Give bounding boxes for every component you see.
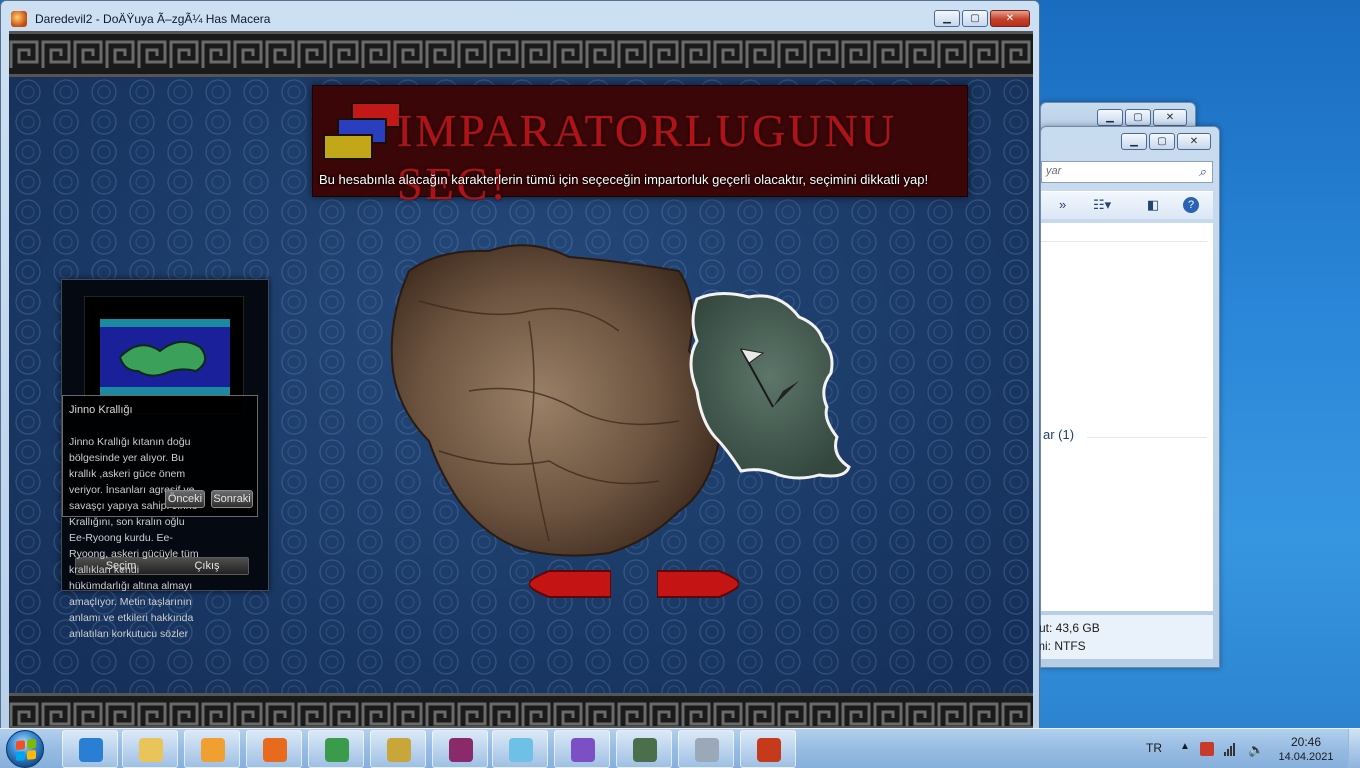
- maximize-button[interactable]: ▢: [962, 10, 988, 27]
- minimize-button[interactable]: ▁: [1097, 109, 1123, 126]
- chrome-icon: [325, 738, 349, 762]
- taskbar-button-notepad[interactable]: [492, 730, 548, 768]
- banner-subtitle: Bu hesabınla alacağın karakterlerin tümü…: [319, 172, 929, 187]
- close-button[interactable]: ✕: [1153, 109, 1187, 126]
- maximize-button[interactable]: ▢: [1125, 109, 1151, 126]
- taskbar-button-visual-studio[interactable]: [554, 730, 610, 768]
- help-icon[interactable]: ?: [1183, 197, 1199, 213]
- search-icon[interactable]: ⌕: [1199, 164, 1206, 180]
- close-button[interactable]: ✕: [990, 10, 1030, 27]
- clock-time[interactable]: 20:46: [1276, 735, 1336, 749]
- language-indicator[interactable]: TR: [1146, 741, 1162, 755]
- greek-key-border-bottom: [9, 693, 1033, 729]
- show-desktop-button[interactable]: [1348, 729, 1360, 768]
- next-kingdom-arrow[interactable]: [657, 569, 739, 599]
- minimize-button[interactable]: ▁: [1121, 133, 1147, 150]
- group-header[interactable]: ar (1): [1043, 427, 1074, 442]
- network-signal-icon[interactable]: [1224, 742, 1238, 756]
- taskbar-button-internet-explorer[interactable]: [62, 730, 118, 768]
- page-title: IMPARATORLUGUNU SEC!: [397, 105, 897, 209]
- preview-pane-icon[interactable]: ◧: [1147, 197, 1159, 213]
- taskbar-button-media-player[interactable]: [184, 730, 240, 768]
- jinno-dragon-emblem-icon: [100, 319, 230, 395]
- file-explorer-icon: [139, 738, 163, 762]
- window-title: Daredevil2 - DoÄŸuya Ã–zgÃ¼ Has Macera: [35, 12, 271, 26]
- show-hidden-icons-icon[interactable]: ▲: [1180, 741, 1190, 752]
- windows-logo-icon: [16, 738, 36, 762]
- app-icon: [11, 11, 27, 27]
- detail-free-space: rut: 43,6 GB: [1035, 621, 1100, 635]
- close-button[interactable]: ✕: [1177, 133, 1211, 150]
- minimize-button[interactable]: ▁: [934, 10, 960, 27]
- more-chevron-icon[interactable]: »: [1059, 197, 1066, 212]
- next-button[interactable]: Sonraki: [211, 490, 253, 508]
- media-player-icon: [201, 738, 225, 762]
- game-window: Daredevil2 - DoÄŸuya Ã–zgÃ¼ Has Macera ▁…: [0, 0, 1040, 730]
- internet-explorer-icon: [79, 738, 103, 762]
- prev-kingdom-arrow[interactable]: [529, 569, 611, 599]
- empire-banner: IMPARATORLUGUNU SEC! Bu hesabınla alacağ…: [312, 85, 968, 209]
- view-options-icon[interactable]: ☷▾: [1093, 197, 1111, 213]
- empire-flags-icon: [323, 102, 403, 166]
- taskbar-button-security[interactable]: [370, 730, 426, 768]
- detail-filesystem: mi: NTFS: [1035, 639, 1086, 653]
- search-input[interactable]: yar ⌕: [1041, 161, 1213, 183]
- explorer-toolbar: » ☷▾ ◧ ?: [1041, 191, 1213, 219]
- metin2-icon: [757, 738, 781, 762]
- firefox-icon: [263, 738, 287, 762]
- notepad-icon: [509, 738, 533, 762]
- taskbar: TR ▲ 🔈 20:46 14.04.2021: [0, 728, 1360, 768]
- taskbar-button-firefox[interactable]: [246, 730, 302, 768]
- search-placeholder: yar: [1046, 165, 1062, 177]
- winrar-icon: [449, 738, 473, 762]
- kingdom-west[interactable]: [390, 244, 721, 557]
- taskbar-button-chrome[interactable]: [308, 730, 364, 768]
- kingdom-description: Jinno Krallığı kıtanın doğu bölgesinde y…: [69, 436, 199, 640]
- taskbar-button-file-explorer[interactable]: [122, 730, 178, 768]
- maximize-button[interactable]: ▢: [1149, 133, 1175, 150]
- calculator-icon: [695, 738, 719, 762]
- previous-button[interactable]: Önceki: [165, 490, 205, 508]
- kingdom-name: Jinno Krallığı: [69, 404, 133, 416]
- taskbar-button-remote-desktop[interactable]: [616, 730, 672, 768]
- kingdom-description-box: Jinno Krallığı Jinno Krallığı kıtanın do…: [62, 395, 258, 640]
- greek-key-border-top: [9, 31, 1033, 77]
- action-center-icon[interactable]: [1200, 742, 1214, 756]
- start-button[interactable]: [6, 730, 44, 768]
- explorer-window[interactable]: ▁ ▢ ✕ yar ⌕ » ☷▾ ◧ ? ar (1) rut: 43,6 GB…: [1035, 126, 1220, 668]
- continent-map: [390, 244, 851, 557]
- volume-icon[interactable]: 🔈: [1248, 742, 1264, 757]
- clock-date[interactable]: 14.04.2021: [1276, 751, 1336, 763]
- visual-studio-icon: [571, 738, 595, 762]
- explorer-content: ar (1): [1041, 223, 1213, 611]
- remote-desktop-icon: [633, 738, 657, 762]
- security-icon: [387, 738, 411, 762]
- details-pane: rut: 43,6 GB mi: NTFS: [1035, 615, 1213, 659]
- taskbar-button-calculator[interactable]: [678, 730, 734, 768]
- taskbar-button-metin2[interactable]: [740, 730, 796, 768]
- taskbar-button-winrar[interactable]: [432, 730, 488, 768]
